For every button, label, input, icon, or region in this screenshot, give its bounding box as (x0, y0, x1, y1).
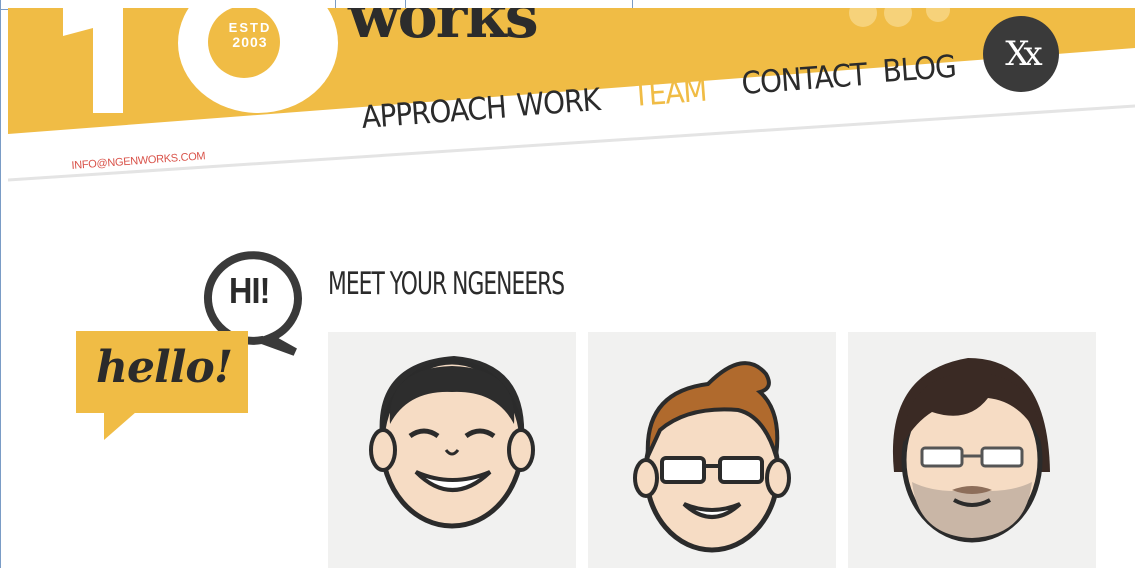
smiling-man-avatar (369, 356, 535, 529)
nav-work[interactable]: WORK (515, 82, 601, 124)
section-title: MEET YOUR NGENEERS (328, 266, 565, 302)
partner-logo-badge[interactable]: Xx (983, 16, 1059, 92)
hello-text: hello! (96, 342, 233, 393)
site-header: works ESTD 2003 INFO@NGENWORKS.COM APPRO… (8, 8, 1135, 198)
bearded-man-avatar (892, 358, 1050, 543)
hi-text: HI! (229, 270, 270, 311)
hello-bubble-tail (104, 412, 136, 440)
team-member-card[interactable] (328, 332, 576, 568)
brand-wordmark[interactable]: works (348, 8, 539, 52)
team-member-card[interactable] (848, 332, 1096, 568)
glasses-man-avatar (633, 361, 791, 553)
nav-team[interactable]: TEAM (631, 73, 707, 114)
team-member-card[interactable] (588, 332, 836, 568)
estd-badge: ESTD 2003 (218, 20, 282, 50)
estd-label: ESTD (228, 20, 272, 35)
nav-blog[interactable]: BLOG (881, 49, 957, 90)
estd-year: 2003 (232, 34, 268, 50)
